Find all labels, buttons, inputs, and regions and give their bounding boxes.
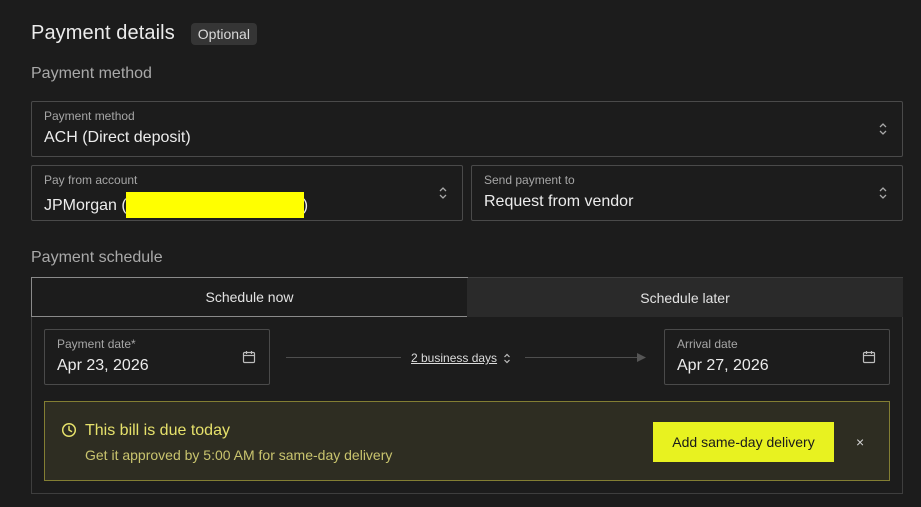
payment-method-value: ACH (Direct deposit)	[44, 129, 191, 146]
clock-icon	[61, 422, 77, 438]
pay-from-account-field-label: Pay from account	[44, 173, 138, 187]
payment-date-field[interactable]: Payment date* Apr 23, 2026	[44, 329, 270, 385]
arrival-date-value: Apr 27, 2026	[677, 357, 769, 374]
optional-badge: Optional	[190, 22, 257, 45]
due-today-alert: This bill is due today Get it approved b…	[44, 401, 890, 481]
arrival-date-field-label: Arrival date	[677, 337, 738, 351]
payment-method-section-label: Payment method	[31, 65, 152, 82]
tab-schedule-later[interactable]: Schedule later	[467, 278, 903, 317]
payment-date-value: Apr 23, 2026	[57, 357, 149, 374]
redacted-account-number	[125, 192, 304, 218]
chevron-up-down-icon	[879, 123, 887, 135]
calendar-icon[interactable]	[862, 350, 876, 364]
payment-method-select[interactable]: Payment method ACH (Direct deposit)	[31, 101, 903, 157]
chevron-up-down-icon	[879, 187, 887, 199]
add-same-day-delivery-button[interactable]: Add same-day delivery	[653, 422, 834, 462]
timeline-connector-right	[525, 357, 640, 358]
alert-title: This bill is due today	[85, 422, 230, 439]
payment-method-field-label: Payment method	[44, 109, 135, 123]
calendar-icon[interactable]	[242, 350, 256, 364]
chevron-up-down-icon	[504, 353, 510, 363]
page-title: Payment details	[31, 22, 175, 44]
payment-schedule-section-label: Payment schedule	[31, 249, 163, 266]
account-bank-name: JPMorgan (	[44, 197, 127, 215]
alert-subtitle: Get it approved by 5:00 AM for same-day …	[85, 447, 393, 463]
send-payment-to-value: Request from vendor	[484, 193, 634, 210]
timeline-connector-left	[286, 357, 401, 358]
arrival-date-field[interactable]: Arrival date Apr 27, 2026	[664, 329, 890, 385]
send-payment-to-field-label: Send payment to	[484, 173, 575, 187]
payment-details-panel: Payment details Optional Payment method …	[0, 0, 921, 507]
business-days-label: 2 business days	[411, 351, 498, 365]
pay-from-account-select[interactable]: Pay from account JPMorgan ()	[31, 165, 463, 221]
tab-schedule-now[interactable]: Schedule now	[31, 277, 468, 317]
payment-date-field-label: Payment date*	[57, 337, 136, 351]
header: Payment details Optional	[31, 22, 257, 45]
arrow-right-icon	[637, 353, 646, 362]
send-payment-to-select[interactable]: Send payment to Request from vendor	[471, 165, 903, 221]
business-days-selector[interactable]: 2 business days	[411, 351, 511, 365]
pay-from-account-value: JPMorgan ()	[44, 192, 308, 219]
close-icon[interactable]: ×	[856, 432, 864, 452]
chevron-up-down-icon	[439, 187, 447, 199]
